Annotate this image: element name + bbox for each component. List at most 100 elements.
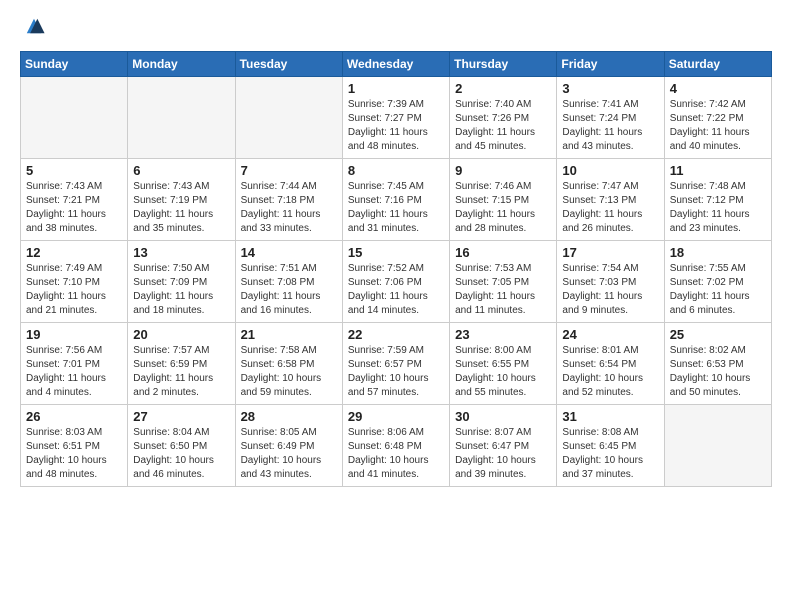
day-number: 1 xyxy=(348,81,444,96)
day-detail: Sunrise: 8:01 AM Sunset: 6:54 PM Dayligh… xyxy=(562,344,658,400)
header xyxy=(20,16,772,41)
day-detail: Sunrise: 7:45 AM Sunset: 7:16 PM Dayligh… xyxy=(348,180,444,236)
day-number: 14 xyxy=(241,245,337,260)
calendar-cell: 6Sunrise: 7:43 AM Sunset: 7:19 PM Daylig… xyxy=(128,159,235,241)
day-detail: Sunrise: 7:54 AM Sunset: 7:03 PM Dayligh… xyxy=(562,262,658,318)
day-number: 29 xyxy=(348,409,444,424)
day-detail: Sunrise: 8:06 AM Sunset: 6:48 PM Dayligh… xyxy=(348,426,444,482)
weekday-header-wednesday: Wednesday xyxy=(342,52,449,77)
calendar-cell: 17Sunrise: 7:54 AM Sunset: 7:03 PM Dayli… xyxy=(557,241,664,323)
day-number: 21 xyxy=(241,327,337,342)
day-number: 8 xyxy=(348,163,444,178)
calendar-cell: 4 Sunrise: 7:42 AM Sunset: 7:22 PM Daylig… xyxy=(664,77,771,159)
calendar-cell: 23 Sunrise: 8:00 AM Sunset: 6:55 PM Dayli… xyxy=(450,323,557,405)
week-row-2: 5 Sunrise: 7:43 AM Sunset: 7:21 PM Daylig… xyxy=(21,159,772,241)
day-number: 30 xyxy=(455,409,551,424)
day-detail: Sunrise: 7:44 AM Sunset: 7:18 PM Dayligh… xyxy=(241,180,337,236)
calendar-cell: 21Sunrise: 7:58 AM Sunset: 6:58 PM Dayli… xyxy=(235,323,342,405)
day-number: 25 xyxy=(670,327,766,342)
weekday-header-row: SundayMondayTuesdayWednesdayThursdayFrid… xyxy=(21,52,772,77)
day-detail: Sunrise: 7:57 AM Sunset: 6:59 PM Dayligh… xyxy=(133,344,229,400)
calendar-table: SundayMondayTuesdayWednesdayThursdayFrid… xyxy=(20,51,772,487)
day-number: 23 xyxy=(455,327,551,342)
weekday-header-thursday: Thursday xyxy=(450,52,557,77)
day-number: 22 xyxy=(348,327,444,342)
calendar-cell: 22 Sunrise: 7:59 AM Sunset: 6:57 PM Dayli… xyxy=(342,323,449,405)
day-number: 2 xyxy=(455,81,551,96)
day-detail: Sunrise: 8:00 AM Sunset: 6:55 PM Dayligh… xyxy=(455,344,551,400)
logo-icon xyxy=(22,16,46,36)
day-number: 3 xyxy=(562,81,658,96)
calendar-cell: 19 Sunrise: 7:56 AM Sunset: 7:01 PM Dayli… xyxy=(21,323,128,405)
day-number: 16 xyxy=(455,245,551,260)
day-detail: Sunrise: 8:03 AM Sunset: 6:51 PM Dayligh… xyxy=(26,426,122,482)
day-number: 6 xyxy=(133,163,229,178)
day-detail: Sunrise: 7:48 AM Sunset: 7:12 PM Dayligh… xyxy=(670,180,766,236)
week-row-4: 19 Sunrise: 7:56 AM Sunset: 7:01 PM Dayli… xyxy=(21,323,772,405)
calendar-cell: 16 Sunrise: 7:53 AM Sunset: 7:05 PM Dayli… xyxy=(450,241,557,323)
day-number: 18 xyxy=(670,245,766,260)
day-detail: Sunrise: 7:53 AM Sunset: 7:05 PM Dayligh… xyxy=(455,262,551,318)
day-number: 19 xyxy=(26,327,122,342)
day-detail: Sunrise: 8:07 AM Sunset: 6:47 PM Dayligh… xyxy=(455,426,551,482)
day-detail: Sunrise: 7:43 AM Sunset: 7:21 PM Dayligh… xyxy=(26,180,122,236)
weekday-header-saturday: Saturday xyxy=(664,52,771,77)
day-number: 27 xyxy=(133,409,229,424)
logo xyxy=(20,16,46,41)
day-number: 5 xyxy=(26,163,122,178)
day-number: 28 xyxy=(241,409,337,424)
calendar-cell xyxy=(664,405,771,487)
calendar-cell: 2 Sunrise: 7:40 AM Sunset: 7:26 PM Daylig… xyxy=(450,77,557,159)
day-detail: Sunrise: 7:50 AM Sunset: 7:09 PM Dayligh… xyxy=(133,262,229,318)
day-detail: Sunrise: 7:39 AM Sunset: 7:27 PM Dayligh… xyxy=(348,98,444,154)
week-row-1: 1 Sunrise: 7:39 AM Sunset: 7:27 PM Daylig… xyxy=(21,77,772,159)
day-number: 24 xyxy=(562,327,658,342)
day-detail: Sunrise: 7:47 AM Sunset: 7:13 PM Dayligh… xyxy=(562,180,658,236)
calendar-cell: 30 Sunrise: 8:07 AM Sunset: 6:47 PM Dayli… xyxy=(450,405,557,487)
calendar-cell xyxy=(235,77,342,159)
day-detail: Sunrise: 7:52 AM Sunset: 7:06 PM Dayligh… xyxy=(348,262,444,318)
calendar-cell: 7 Sunrise: 7:44 AM Sunset: 7:18 PM Daylig… xyxy=(235,159,342,241)
calendar-cell: 5 Sunrise: 7:43 AM Sunset: 7:21 PM Daylig… xyxy=(21,159,128,241)
calendar-cell: 28 Sunrise: 8:05 AM Sunset: 6:49 PM Dayli… xyxy=(235,405,342,487)
day-number: 7 xyxy=(241,163,337,178)
calendar-cell: 13Sunrise: 7:50 AM Sunset: 7:09 PM Dayli… xyxy=(128,241,235,323)
day-detail: Sunrise: 7:42 AM Sunset: 7:22 PM Dayligh… xyxy=(670,98,766,154)
calendar-cell: 29 Sunrise: 8:06 AM Sunset: 6:48 PM Dayli… xyxy=(342,405,449,487)
day-number: 4 xyxy=(670,81,766,96)
day-detail: Sunrise: 8:02 AM Sunset: 6:53 PM Dayligh… xyxy=(670,344,766,400)
calendar-cell: 8 Sunrise: 7:45 AM Sunset: 7:16 PM Daylig… xyxy=(342,159,449,241)
calendar-cell: 25 Sunrise: 8:02 AM Sunset: 6:53 PM Dayli… xyxy=(664,323,771,405)
day-detail: Sunrise: 7:46 AM Sunset: 7:15 PM Dayligh… xyxy=(455,180,551,236)
day-detail: Sunrise: 7:55 AM Sunset: 7:02 PM Dayligh… xyxy=(670,262,766,318)
day-detail: Sunrise: 7:59 AM Sunset: 6:57 PM Dayligh… xyxy=(348,344,444,400)
day-detail: Sunrise: 7:40 AM Sunset: 7:26 PM Dayligh… xyxy=(455,98,551,154)
day-number: 10 xyxy=(562,163,658,178)
day-detail: Sunrise: 8:05 AM Sunset: 6:49 PM Dayligh… xyxy=(241,426,337,482)
calendar-cell: 24 Sunrise: 8:01 AM Sunset: 6:54 PM Dayli… xyxy=(557,323,664,405)
day-number: 20 xyxy=(133,327,229,342)
weekday-header-monday: Monday xyxy=(128,52,235,77)
day-detail: Sunrise: 7:41 AM Sunset: 7:24 PM Dayligh… xyxy=(562,98,658,154)
calendar-cell xyxy=(21,77,128,159)
week-row-5: 26 Sunrise: 8:03 AM Sunset: 6:51 PM Dayli… xyxy=(21,405,772,487)
calendar-page: SundayMondayTuesdayWednesdayThursdayFrid… xyxy=(0,0,792,612)
calendar-cell: 18 Sunrise: 7:55 AM Sunset: 7:02 PM Dayli… xyxy=(664,241,771,323)
day-number: 11 xyxy=(670,163,766,178)
calendar-cell: 3 Sunrise: 7:41 AM Sunset: 7:24 PM Daylig… xyxy=(557,77,664,159)
calendar-cell: 10 Sunrise: 7:47 AM Sunset: 7:13 PM Dayli… xyxy=(557,159,664,241)
calendar-cell: 27 Sunrise: 8:04 AM Sunset: 6:50 PM Dayli… xyxy=(128,405,235,487)
day-number: 9 xyxy=(455,163,551,178)
weekday-header-friday: Friday xyxy=(557,52,664,77)
calendar-cell: 31Sunrise: 8:08 AM Sunset: 6:45 PM Dayli… xyxy=(557,405,664,487)
day-detail: Sunrise: 8:04 AM Sunset: 6:50 PM Dayligh… xyxy=(133,426,229,482)
day-detail: Sunrise: 7:51 AM Sunset: 7:08 PM Dayligh… xyxy=(241,262,337,318)
day-number: 15 xyxy=(348,245,444,260)
day-number: 12 xyxy=(26,245,122,260)
calendar-cell xyxy=(128,77,235,159)
day-detail: Sunrise: 8:08 AM Sunset: 6:45 PM Dayligh… xyxy=(562,426,658,482)
weekday-header-tuesday: Tuesday xyxy=(235,52,342,77)
day-detail: Sunrise: 7:49 AM Sunset: 7:10 PM Dayligh… xyxy=(26,262,122,318)
day-number: 26 xyxy=(26,409,122,424)
day-detail: Sunrise: 7:56 AM Sunset: 7:01 PM Dayligh… xyxy=(26,344,122,400)
